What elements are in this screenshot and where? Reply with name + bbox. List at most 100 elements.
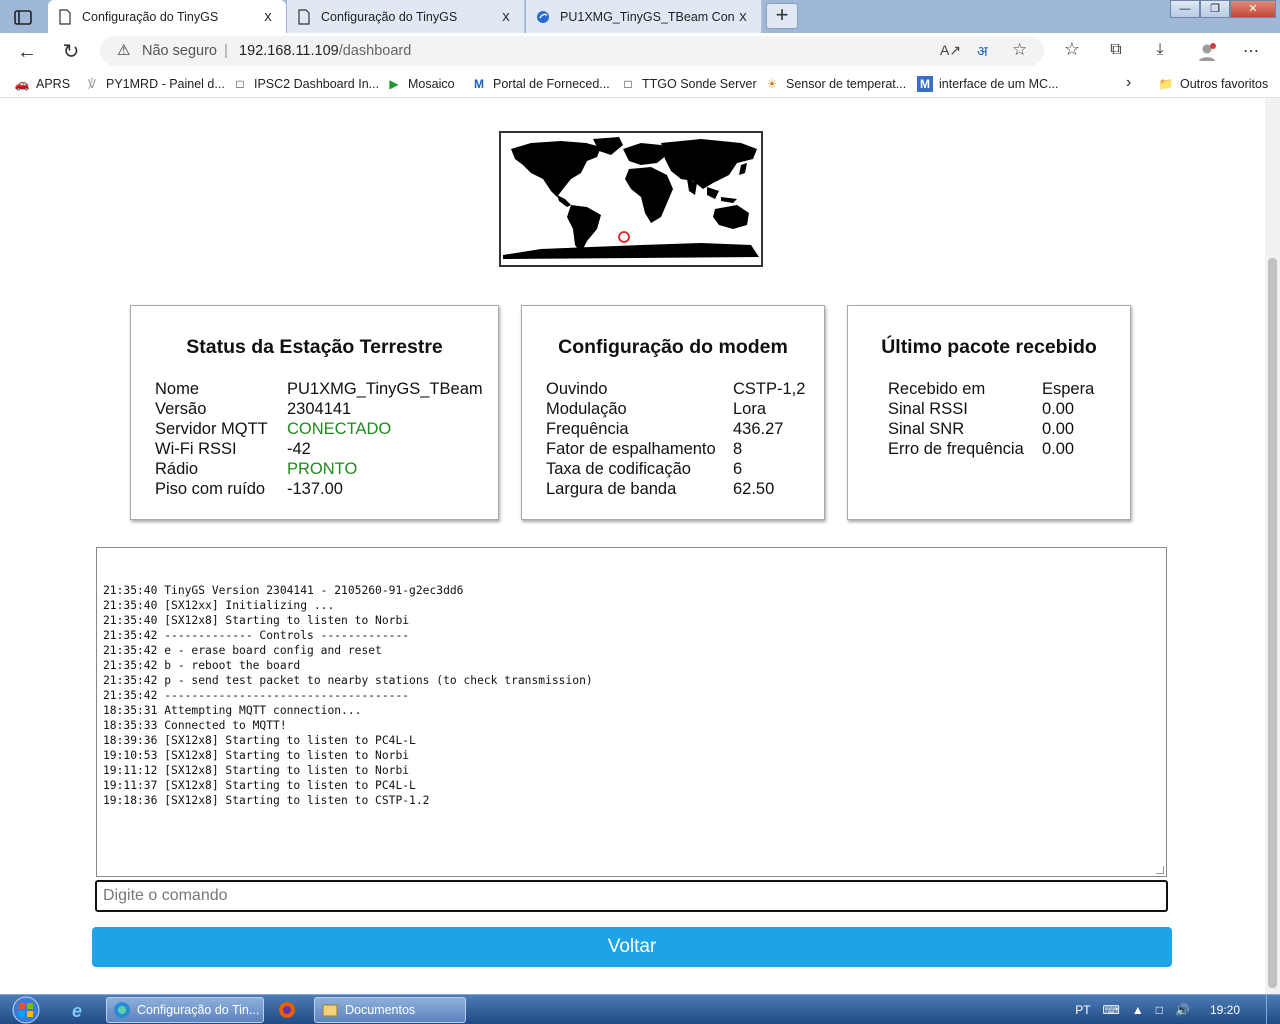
bookmark-aprs[interactable]: 🚗 APRS [14,76,71,92]
console-line: 21:35:42 p - send test packet to nearby … [103,674,593,687]
world-map [499,131,763,267]
read-aloud-icon[interactable]: A↗ [940,42,961,59]
tab-actions-icon[interactable] [12,7,34,27]
bookmarks-overflow-chevron-icon[interactable]: › [1126,74,1131,92]
ground-station-status-card: Status da Estação Terrestre Nome PU1XMG_T… [130,305,499,520]
url-host: 192.168.11.109 [239,43,339,59]
console-line: 21:35:40 [SX12x8] Starting to listen to … [103,614,410,627]
page-icon [59,8,71,25]
last-packet-card: Último pacote recebido Recebido em Espera… [847,305,1131,520]
bookmark-portal[interactable]: M Portal de Forneced... [471,76,610,92]
system-tray: PT ⌨ ▲ □ 🔊 19:20 [1075,995,1280,1024]
windows-taskbar: e Configuração do Tin... Documentos PT ⌨… [0,994,1280,1024]
close-tab-icon[interactable]: x [498,8,514,25]
taskbar-browser-window[interactable]: Configuração do Tin... [106,997,264,1023]
downloads-icon[interactable]: ⤓ [1149,41,1171,63]
modem-row-listening: Ouvindo CSTP-1,2 [546,380,806,398]
antenna-icon: ℣ [87,77,97,91]
warning-icon[interactable]: ⚠ [117,41,130,59]
bookmark-mosaico[interactable]: ▶ Mosaico [386,76,454,92]
bookmark-sensor[interactable]: ☀ Sensor de temperat... [764,76,907,92]
more-menu-icon[interactable]: ⋯ [1240,41,1262,63]
modem-row-modulation: Modulação Lora [546,400,767,418]
clock[interactable]: 19:20 [1210,1003,1240,1017]
browser-tab-strip: Configuração do TinyGS x Configuração do… [0,0,1280,33]
tray-expand-icon[interactable]: ▲ [1132,1003,1144,1017]
back-arrow-icon[interactable]: ← [14,39,40,65]
page-scrollbar[interactable] [1265,98,1280,994]
car-icon: 🚗 [14,77,30,91]
status-row-radio: Rádio PRONTO [155,460,358,478]
taskbar-documents-window[interactable]: Documentos [314,997,466,1023]
page-icon [298,8,310,25]
close-tab-icon[interactable]: x [260,8,276,25]
modem-row-coding-rate: Taxa de codificação 6 [546,460,743,478]
tab-tinygs-2[interactable]: Configuração do TinyGS x [287,0,525,33]
tinygs-logo-icon [537,10,549,23]
show-desktop-button[interactable] [1266,995,1280,1024]
add-favorite-icon[interactable]: ☆ [1012,40,1027,60]
folder-icon [322,1004,338,1017]
card-title: Último pacote recebido [881,336,1097,358]
language-indicator[interactable]: PT [1075,1003,1090,1017]
m-icon: M [917,76,933,92]
not-secure-label[interactable]: Não seguro [142,43,217,59]
status-row-name: Nome PU1XMG_TinyGS_TBeam [155,380,483,398]
close-window-button[interactable]: ✕ [1230,0,1276,18]
new-tab-button[interactable]: + [766,3,798,29]
address-bar[interactable]: ⚠ Não seguro | 192.168.11.109/dashboard … [100,36,1044,66]
edge-icon [114,1002,130,1018]
status-row-noise-floor: Piso com ruído -137.00 [155,480,343,498]
bookmark-ttgo[interactable]: □ TTGO Sonde Server [620,76,756,92]
console-line: 18:35:33 Connected to MQTT! [103,719,287,732]
card-title: Configuração do modem [558,336,788,358]
bookmarks-bar: 🚗 APRS ℣ PY1MRD - Painel d... □ IPSC2 Dashb… [0,70,1280,98]
status-row-version: Versão 2304141 [155,400,352,418]
console-line: 18:39:36 [SX12x8] Starting to listen to … [103,734,416,747]
resize-grip-icon[interactable] [1156,866,1164,874]
station-marker-icon [618,231,630,243]
network-icon[interactable]: □ [1156,1003,1163,1017]
close-tab-icon[interactable]: x [735,8,751,25]
console-lines: 21:35:40 TinyGS Version 2304141 - 210526… [103,583,1160,808]
tab-console[interactable]: PU1XMG_TinyGS_TBeam Console x [526,0,762,33]
favorites-icon[interactable]: ☆ [1061,39,1083,61]
console-line: 21:35:42 b - reboot the board [103,659,301,672]
taskbar-ie-icon[interactable]: e [66,997,100,1023]
translate-icon[interactable]: अ [977,42,988,61]
address-toolbar: ← ↻ ⚠ Não seguro | 192.168.11.109/dashbo… [0,33,1280,70]
console-line: 21:35:40 [SX12xx] Initializing ... [103,599,335,612]
console-line: 19:11:37 [SX12x8] Starting to listen to … [103,779,416,792]
bookmark-other-favorites[interactable]: 📁 Outros favoritos [1158,76,1269,92]
page-icon: □ [236,77,244,91]
url-text[interactable]: 192.168.11.109/dashboard [239,43,411,59]
mqtt-status-value: CONECTADO [287,420,392,438]
radio-status-value: PRONTO [287,460,358,478]
bookmark-py1mrd[interactable]: ℣ PY1MRD - Painel d... [84,76,225,92]
keyboard-icon[interactable]: ⌨ [1103,1003,1120,1017]
collections-icon[interactable]: ⧉ [1105,41,1127,63]
command-input[interactable] [95,880,1168,912]
scrollbar-thumb[interactable] [1268,258,1277,988]
taskbar-firefox-icon[interactable] [272,997,306,1023]
console-log[interactable]: 21:35:40 TinyGS Version 2304141 - 210526… [96,547,1167,877]
bookmark-interface[interactable]: Minterface de um MC... [917,76,1059,92]
profile-avatar-icon[interactable] [1196,41,1218,63]
start-button-icon[interactable] [8,995,44,1024]
console-line: 19:11:12 [SX12x8] Starting to listen to … [103,764,410,777]
minimize-button[interactable]: — [1170,0,1200,18]
volume-icon[interactable]: 🔊 [1175,1003,1190,1017]
console-line: 19:18:36 [SX12x8] Starting to listen to … [103,794,430,807]
back-button[interactable]: Voltar [92,927,1172,967]
maximize-button[interactable]: ❐ [1200,0,1230,18]
packet-row-freq-error: Erro de frequência 0.00 [888,440,1075,458]
bookmark-ipsc2[interactable]: □ IPSC2 Dashboard In... [232,76,379,92]
console-line: 21:35:40 TinyGS Version 2304141 - 210526… [103,584,464,597]
window-controls: — ❐ ✕ [1170,0,1276,18]
tab-tinygs-1[interactable]: Configuração do TinyGS x [48,0,286,33]
world-map-svg [503,137,759,259]
modem-config-card: Configuração do modem Ouvindo CSTP-1,2 Mo… [521,305,825,520]
status-row-wifi-rssi: Wi-Fi RSSI -42 [155,440,311,458]
console-line: 21:35:42 -------------------------------… [103,689,410,702]
reload-icon[interactable]: ↻ [58,39,84,65]
